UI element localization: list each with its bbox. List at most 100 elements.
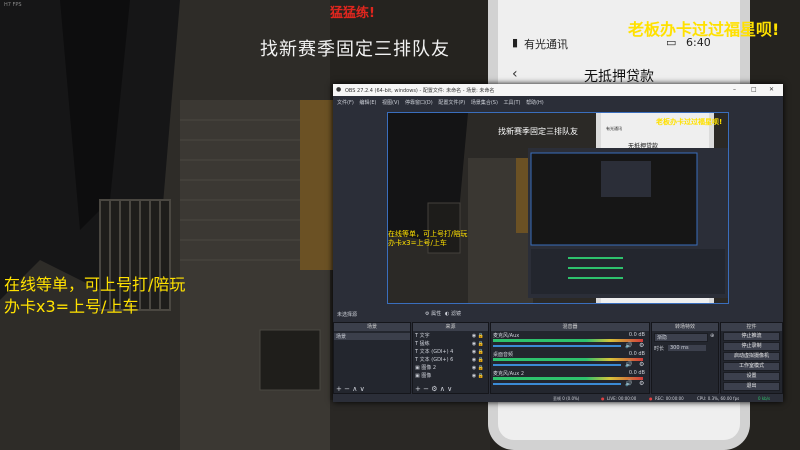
- virtual-camera-button[interactable]: 启动虚拟摄像机: [723, 352, 780, 361]
- eye-lock-icons[interactable]: ◉ 🔒: [472, 332, 484, 340]
- eye-lock-icons[interactable]: ◉ 🔒: [472, 372, 484, 380]
- settings-button[interactable]: 设置: [723, 372, 780, 381]
- speaker-icon[interactable]: 🔊: [625, 380, 632, 387]
- speaker-icon[interactable]: 🔊: [625, 361, 632, 368]
- remove-source-icon[interactable]: −: [423, 385, 429, 393]
- preview-team-caption: 找新赛季固定三排队友: [498, 127, 578, 136]
- source-label: 图像: [421, 373, 432, 379]
- preview-phone-carrier: 有光通讯: [606, 126, 622, 131]
- source-item[interactable]: T 文本 (GDI+) 4 ◉ 🔒: [415, 348, 488, 356]
- source-label: 文本 (GDI+) 6: [419, 357, 454, 363]
- add-scene-icon[interactable]: +: [336, 385, 342, 393]
- stop-recording-button[interactable]: 停止录制: [723, 342, 780, 351]
- obs-menubar: 文件(F) 编辑(E) 视图(V) 停靠窗口(D) 配置文件(P) 场景集合(S…: [333, 96, 783, 107]
- team-caption: 找新赛季固定三排队友: [260, 39, 450, 60]
- transition-type[interactable]: 渐隐: [654, 333, 708, 342]
- source-item[interactable]: T 文字 ◉ 🔒: [415, 332, 488, 340]
- mixer-header: 混音器: [491, 323, 649, 331]
- eye-lock-icons[interactable]: ◉ 🔒: [472, 348, 484, 356]
- menu-file[interactable]: 文件(F): [337, 99, 354, 106]
- preview-left-caption-2: 办卡x3=上号/上车: [388, 239, 447, 247]
- add-source-icon[interactable]: +: [415, 385, 421, 393]
- obs-window-title: OBS 27.2.4 (64-bit, windows) - 配置文件: 未命名…: [345, 88, 495, 94]
- move-up-icon[interactable]: ∧: [352, 385, 357, 393]
- exit-button[interactable]: 退出: [723, 382, 780, 391]
- filters-label: 滤镜: [450, 311, 461, 317]
- transitions-header: 转场特效: [652, 323, 718, 331]
- bitrate: 0 kb/s: [758, 396, 771, 401]
- signal-icon: ▮: [512, 36, 519, 49]
- source-label: 猛练: [419, 341, 430, 347]
- transition-select[interactable]: 渐隐 ⊕: [654, 333, 716, 343]
- menu-edit[interactable]: 编辑(E): [359, 99, 376, 106]
- cpu-usage: CPU: 0.3%, 60.00 fps: [697, 396, 740, 401]
- obs-titlebar: ● OBS 27.2.4 (64-bit, windows) - 配置文件: 未…: [333, 84, 783, 96]
- dropped-frames: 丢帧 0 (0.0%): [553, 396, 580, 401]
- volume-meter: [493, 358, 643, 361]
- remove-scene-icon[interactable]: −: [344, 385, 350, 393]
- preview-boss-caption: 老板办卡过过福星呗!: [656, 118, 723, 126]
- gear-icon[interactable]: ⚙: [639, 361, 644, 368]
- minimize-icon[interactable]: –: [733, 86, 736, 93]
- eye-lock-icons[interactable]: ◉ 🔒: [472, 340, 484, 348]
- transitions-dock: 转场特效 渐隐 ⊕ 时长 300 ms: [651, 322, 719, 394]
- rec-indicator-icon: ●: [649, 396, 653, 401]
- eye-lock-icons[interactable]: ◉ 🔒: [472, 356, 484, 364]
- studio-mode-button[interactable]: 工作室模式: [723, 362, 780, 371]
- add-transition-icon[interactable]: ⊕: [710, 333, 714, 339]
- boss-caption: 老板办卡过过福星呗!: [628, 20, 780, 39]
- duration-input[interactable]: 300 ms: [668, 345, 706, 351]
- scene-toolbar: + − ∧ ∨: [336, 385, 365, 393]
- source-toolbar: 未选择源 ⚙ 属性 ◐ 滤镜: [333, 308, 783, 320]
- sources-dock: 来源 T 文字 ◉ 🔒 T 猛练 ◉ 🔒 T 文本 (GDI+) 4 ◉ 🔒 T 文本…: [412, 322, 489, 394]
- duration-label: 时长: [654, 346, 665, 352]
- phone-title: 无抵押贷款: [584, 69, 654, 85]
- move-down-icon[interactable]: ∨: [360, 385, 365, 393]
- game-background: H7 FPS 猛猛练! 找新赛季固定三排队友 在线等单，可上号打/陪玩 办卡x3…: [0, 0, 800, 450]
- close-icon[interactable]: ✕: [769, 86, 774, 93]
- menu-scene-collection[interactable]: 场景集合(S): [471, 99, 498, 106]
- obs-preview[interactable]: 找新赛季固定三排队友 老板办卡过过福星呗! 有光通讯 无抵押贷款 在线等单，可上…: [387, 112, 729, 304]
- volume-meter: [493, 339, 643, 342]
- mixer-dock: 混音器 麦克风/Aux 0.0 dB 🔊 ⚙ 桌面音频 0.0 dB 🔊 ⚙ 麦…: [490, 322, 650, 394]
- gear-icon[interactable]: ⚙: [639, 342, 644, 349]
- channel-name: 桌面音频: [493, 352, 514, 358]
- phone-carrier: 有光通讯: [524, 38, 568, 51]
- mixer-channel: 麦克风/Aux 2 0.0 dB 🔊 ⚙: [493, 370, 647, 388]
- left-caption-1: 在线等单，可上号打/陪玩: [4, 275, 186, 294]
- rec-time: REC: 00:00:00: [655, 396, 684, 401]
- fps-counter: H7 FPS: [4, 2, 22, 8]
- volume-slider[interactable]: [493, 383, 621, 385]
- source-label: 文本 (GDI+) 4: [419, 349, 454, 355]
- source-item[interactable]: T 文本 (GDI+) 6 ◉ 🔒: [415, 356, 488, 364]
- menu-tools[interactable]: 工具(T): [504, 99, 521, 106]
- source-down-icon[interactable]: ∨: [447, 385, 452, 393]
- source-item[interactable]: T 猛练 ◉ 🔒: [415, 340, 488, 348]
- properties-label: 属性: [431, 311, 442, 317]
- speaker-icon[interactable]: 🔊: [625, 342, 632, 349]
- eye-lock-icons[interactable]: ◉ 🔒: [472, 364, 484, 372]
- menu-docks[interactable]: 停靠窗口(D): [405, 99, 433, 106]
- mixer-channel: 麦克风/Aux 0.0 dB 🔊 ⚙: [493, 332, 647, 350]
- maximize-icon[interactable]: □: [751, 86, 757, 93]
- scene-item[interactable]: 场景: [334, 333, 410, 340]
- obs-logo-icon: ●: [336, 86, 342, 93]
- source-item[interactable]: ▣ 图像 ◉ 🔒: [415, 372, 488, 380]
- source-up-icon[interactable]: ∧: [440, 385, 445, 393]
- menu-profile[interactable]: 配置文件(P): [438, 99, 465, 106]
- no-source-label: 未选择源: [337, 312, 358, 318]
- gear-icon[interactable]: ⚙: [639, 380, 644, 387]
- menu-help[interactable]: 帮助(H): [526, 99, 544, 106]
- top-red-caption: 猛猛练!: [330, 6, 375, 21]
- stop-streaming-button[interactable]: 停止推流: [723, 332, 780, 341]
- source-settings-icon[interactable]: ⚙: [431, 385, 437, 393]
- channel-db: 0.0 dB: [628, 370, 645, 376]
- channel-db: 0.0 dB: [628, 351, 645, 357]
- volume-slider[interactable]: [493, 364, 621, 366]
- volume-slider[interactable]: [493, 345, 621, 347]
- properties-button[interactable]: ⚙ 属性: [425, 310, 441, 317]
- sources-header: 来源: [413, 323, 488, 331]
- source-item[interactable]: ▣ 图像 2 ◉ 🔒: [415, 364, 488, 372]
- menu-view[interactable]: 视图(V): [382, 99, 399, 106]
- filters-button[interactable]: ◐ 滤镜: [445, 310, 461, 317]
